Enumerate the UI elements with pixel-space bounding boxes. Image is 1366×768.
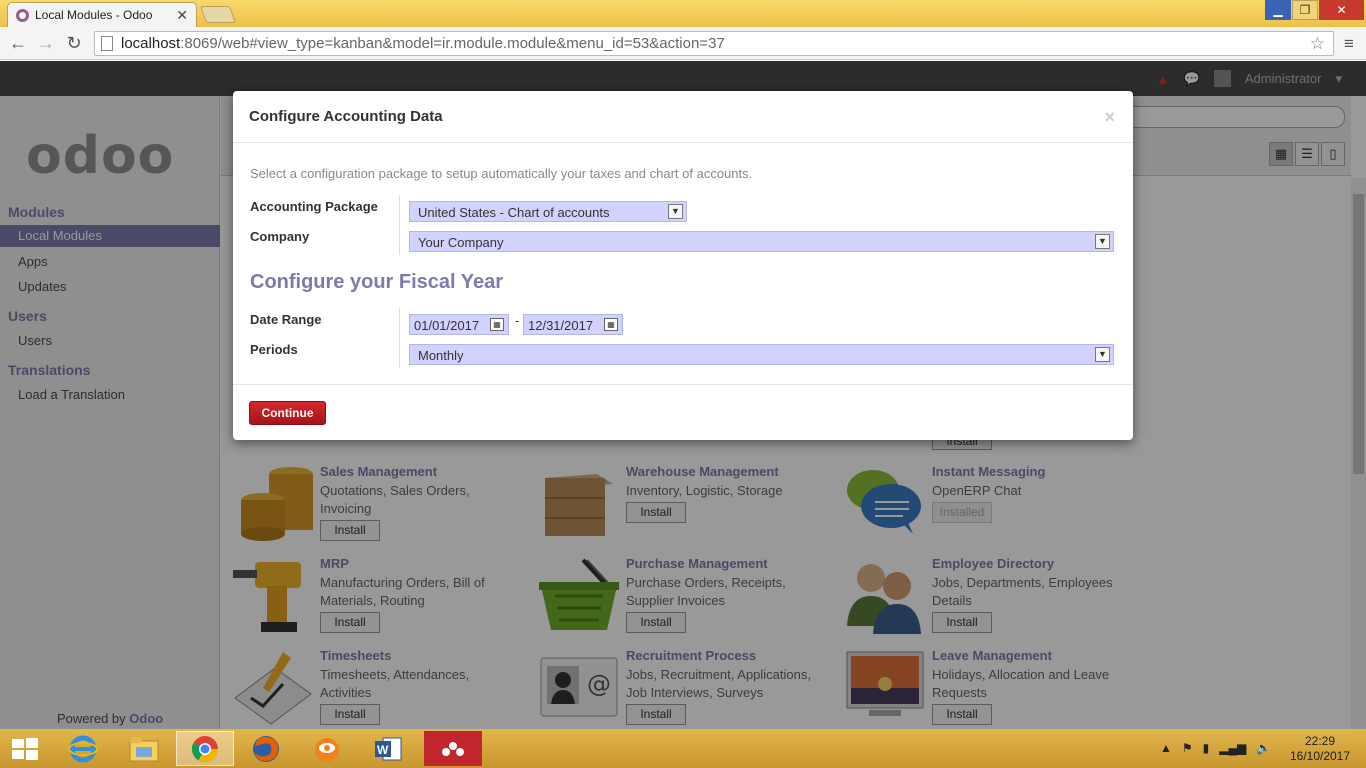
close-icon[interactable]: ×: [1104, 107, 1115, 128]
folder-icon: [129, 736, 159, 761]
taskbar: W ▲ ⚑ ▮ ▂▄▆ 🔈 22:29 16/10/2017: [0, 729, 1366, 768]
clock-date: 16/10/2017: [1289, 749, 1351, 763]
action-center-icon[interactable]: ⚑: [1182, 741, 1193, 755]
clock-time: 22:29: [1304, 734, 1336, 748]
reload-icon[interactable]: ↻: [64, 33, 84, 53]
page-icon: [101, 36, 113, 51]
battery-icon[interactable]: ▮: [1203, 741, 1210, 755]
mendeley-icon: [442, 741, 464, 756]
chevron-down-icon: ▼: [1095, 234, 1110, 249]
taskbar-ie[interactable]: [54, 731, 112, 766]
taskbar-app[interactable]: [298, 731, 356, 766]
accounting-package-select[interactable]: United States - Chart of accounts ▼: [409, 201, 687, 222]
minimize-button[interactable]: ▁: [1265, 0, 1291, 20]
calendar-icon[interactable]: ▦: [604, 318, 618, 331]
calendar-icon[interactable]: ▦: [490, 318, 504, 331]
taskbar-mendeley[interactable]: [424, 731, 482, 766]
address-bar[interactable]: localhost:8069/web#view_type=kanban&mode…: [94, 31, 1334, 56]
svg-text:W: W: [377, 743, 389, 757]
bookmark-star-icon[interactable]: ☆: [1310, 34, 1325, 54]
modal-body: Select a configuration package to setup …: [233, 143, 1133, 385]
tray-expand-icon[interactable]: ▲: [1160, 741, 1172, 755]
taskbar-clock[interactable]: 22:29 16/10/2017: [1280, 734, 1360, 764]
accounting-package-label: Accounting Package: [250, 199, 378, 214]
url-path: :8069/web#view_type=kanban&model=ir.modu…: [180, 35, 725, 52]
configure-accounting-dialog: Configure Accounting Data × Select a con…: [233, 91, 1133, 440]
periods-label: Periods: [250, 342, 298, 357]
chrome-icon: [191, 735, 219, 762]
company-select[interactable]: Your Company ▼: [409, 231, 1114, 252]
intro-text: Select a configuration package to setup …: [250, 166, 753, 181]
browser-menu-icon[interactable]: ≡: [1344, 34, 1354, 54]
network-icon[interactable]: ▂▄▆: [1219, 741, 1246, 755]
firefox-icon: [253, 735, 279, 762]
window-titlebar: Local Modules - Odoo ✕ ▁ ❐ ✕: [0, 0, 1366, 27]
company-label: Company: [250, 229, 310, 244]
start-button[interactable]: [0, 731, 50, 766]
field-divider: [399, 308, 400, 368]
system-tray: ▲ ⚑ ▮ ▂▄▆ 🔈: [1160, 741, 1271, 755]
windows-logo-icon: [12, 737, 38, 760]
modal-title: Configure Accounting Data: [249, 108, 443, 125]
new-tab-button[interactable]: [199, 6, 237, 23]
browser-tab[interactable]: Local Modules - Odoo ✕: [7, 2, 197, 27]
back-arrow-icon[interactable]: ←: [8, 33, 28, 53]
internet-explorer-icon: [68, 735, 98, 762]
chevron-down-icon: ▼: [1095, 347, 1110, 362]
forward-arrow-icon[interactable]: →: [36, 33, 56, 53]
field-divider: [399, 195, 400, 255]
date-separator: -: [515, 313, 520, 328]
tab-title: Local Modules - Odoo: [35, 8, 153, 22]
volume-icon[interactable]: 🔈: [1256, 741, 1271, 755]
browser-toolbar: ← → ↻ localhost:8069/web#view_type=kanba…: [0, 27, 1366, 60]
modal-header: Configure Accounting Data ×: [233, 91, 1133, 143]
restore-button[interactable]: ❐: [1292, 0, 1318, 20]
date-from-input[interactable]: 01/01/2017 ▦: [409, 314, 509, 335]
periods-select[interactable]: Monthly ▼: [409, 344, 1114, 365]
close-window-button[interactable]: ✕: [1319, 0, 1364, 20]
url-host: localhost: [121, 35, 181, 52]
taskbar-explorer[interactable]: [115, 731, 173, 766]
taskbar-firefox[interactable]: [237, 731, 295, 766]
continue-button[interactable]: Continue: [249, 401, 326, 425]
taskbar-chrome[interactable]: [176, 731, 234, 766]
word-icon: W: [375, 737, 402, 760]
orange-ball-icon: [315, 737, 339, 762]
date-range-label: Date Range: [250, 312, 322, 327]
date-to-input[interactable]: 12/31/2017 ▦: [523, 314, 623, 335]
chevron-down-icon: ▼: [668, 204, 683, 219]
odoo-favicon-icon: [16, 8, 29, 22]
modal-footer: Continue: [233, 385, 1133, 440]
tab-close-icon[interactable]: ✕: [176, 7, 188, 24]
taskbar-word[interactable]: W: [359, 731, 417, 766]
fiscal-year-title: Configure your Fiscal Year: [250, 271, 504, 293]
